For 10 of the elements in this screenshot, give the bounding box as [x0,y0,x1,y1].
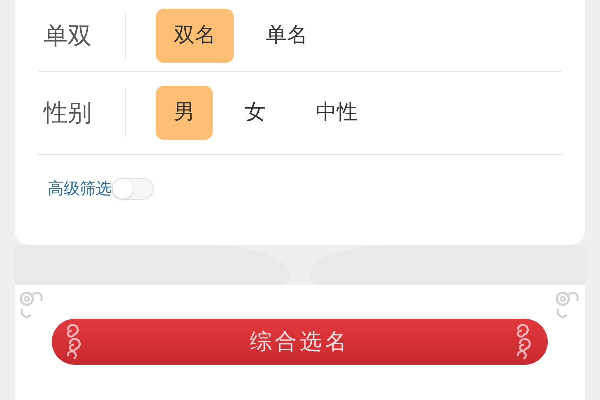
filter-option[interactable]: 双名 [156,8,234,62]
filter-option[interactable]: 单名 [248,8,326,62]
advanced-filter-label: 高级筛选 [48,178,112,200]
filter-option[interactable]: 男 [156,86,213,140]
banner-title: 综合选名 [250,328,350,356]
advanced-filter-switch[interactable] [112,178,154,200]
filter-option[interactable]: 中性 [298,86,376,140]
filter-label: 性别 [44,98,93,129]
filter-label: 单双 [44,20,93,52]
filter-option[interactable]: 女 [227,86,284,140]
